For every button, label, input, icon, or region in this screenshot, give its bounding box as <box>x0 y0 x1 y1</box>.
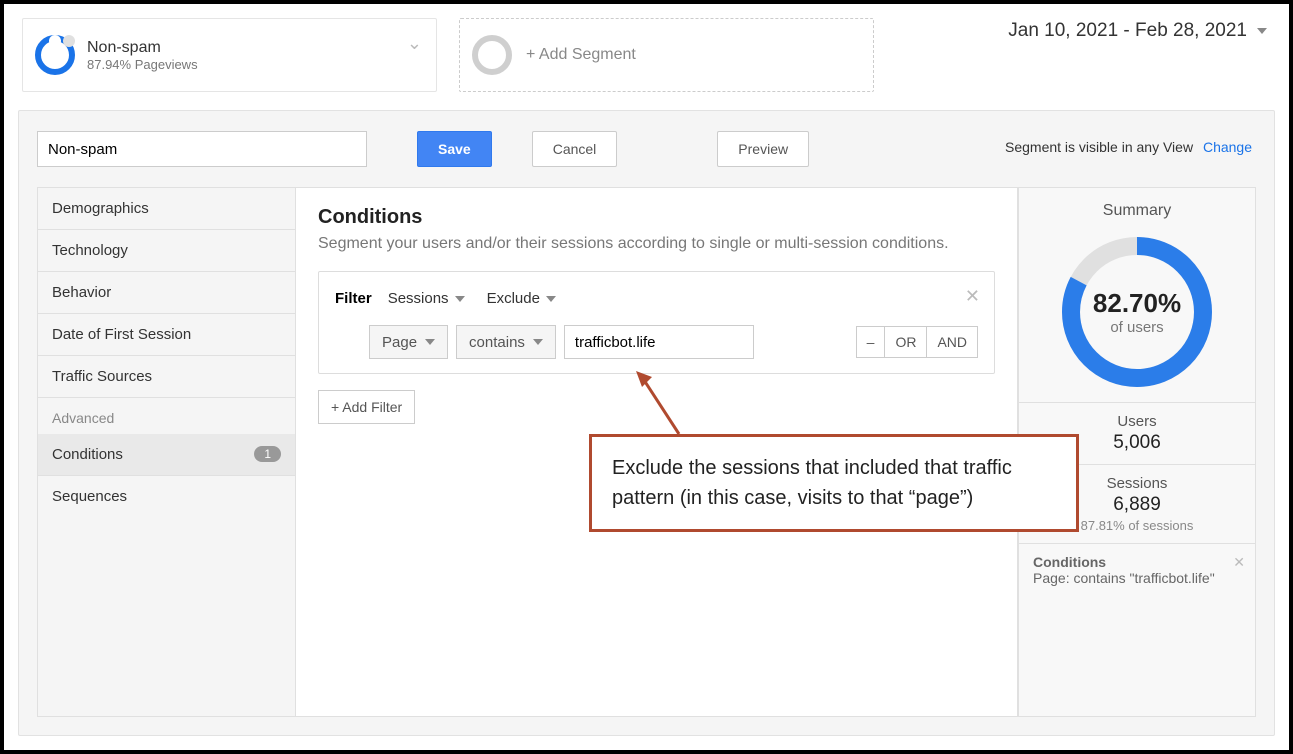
sidebar: Demographics Technology Behavior Date of… <box>37 187 295 717</box>
sidebar-item-date-first-session[interactable]: Date of First Session <box>38 314 295 356</box>
conditions-sum-title: Conditions <box>1033 554 1106 570</box>
sidebar-advanced-header: Advanced <box>38 398 295 434</box>
users-label: Users <box>1019 413 1255 430</box>
sidebar-item-technology[interactable]: Technology <box>38 230 295 272</box>
segment-visibility: Segment is visible in any View Change <box>1005 139 1252 155</box>
add-segment-card[interactable]: + Add Segment <box>459 18 874 92</box>
operator-dropdown[interactable]: contains <box>456 325 556 359</box>
remove-filter-icon[interactable]: ✕ <box>965 286 980 307</box>
segment-card[interactable]: Non-spam 87.94% Pageviews ⌄ <box>22 18 437 92</box>
circle-icon <box>472 35 512 75</box>
conditions-desc: Segment your users and/or their sessions… <box>318 235 995 253</box>
preview-button[interactable]: Preview <box>717 131 809 167</box>
filter-scope-dropdown[interactable]: Sessions <box>382 286 471 311</box>
filter-value-input[interactable] <box>564 325 754 359</box>
sidebar-item-conditions[interactable]: Conditions 1 <box>38 434 295 476</box>
add-filter-button[interactable]: + Add Filter <box>318 390 415 424</box>
sidebar-item-sequences[interactable]: Sequences <box>38 476 295 517</box>
save-button[interactable]: Save <box>417 131 492 167</box>
or-button[interactable]: OR <box>885 327 927 357</box>
logic-group: – OR AND <box>856 326 978 358</box>
chevron-down-icon <box>1257 28 1267 34</box>
conditions-sum-text: Page: contains "trafficbot.life" <box>1033 570 1215 586</box>
filter-label: Filter <box>335 290 372 307</box>
filter-box: Filter Sessions Exclude ✕ Page contains … <box>318 271 995 374</box>
sidebar-item-demographics[interactable]: Demographics <box>38 188 295 230</box>
chevron-down-icon[interactable]: ⌄ <box>407 33 422 54</box>
summary-of-users: of users <box>1110 319 1163 336</box>
conditions-title: Conditions <box>318 206 995 229</box>
sidebar-item-behavior[interactable]: Behavior <box>38 272 295 314</box>
cancel-button[interactable]: Cancel <box>532 131 618 167</box>
donut-icon <box>35 35 75 75</box>
segment-sub: 87.94% Pageviews <box>87 57 198 72</box>
dimension-dropdown[interactable]: Page <box>369 325 448 359</box>
remove-condition-icon[interactable]: ✕ <box>1233 554 1245 571</box>
remove-condition-button[interactable]: – <box>857 327 886 357</box>
date-range-picker[interactable]: Jan 10, 2021 - Feb 28, 2021 <box>1008 20 1267 42</box>
segment-name: Non-spam <box>87 39 198 57</box>
add-segment-label: + Add Segment <box>526 46 636 64</box>
filter-mode-dropdown[interactable]: Exclude <box>481 286 562 311</box>
summary-title: Summary <box>1019 202 1255 220</box>
annotation-box: Exclude the sessions that included that … <box>589 434 1079 532</box>
annotation-arrow <box>634 369 694 439</box>
summary-pct: 82.70% <box>1093 288 1181 319</box>
sidebar-item-traffic-sources[interactable]: Traffic Sources <box>38 356 295 398</box>
date-range-text: Jan 10, 2021 - Feb 28, 2021 <box>1008 20 1247 42</box>
conditions-count-badge: 1 <box>254 446 281 462</box>
change-visibility-link[interactable]: Change <box>1203 139 1252 155</box>
segment-name-input[interactable] <box>37 131 367 167</box>
summary-donut: 82.70% of users <box>1057 232 1217 392</box>
and-button[interactable]: AND <box>927 327 977 357</box>
